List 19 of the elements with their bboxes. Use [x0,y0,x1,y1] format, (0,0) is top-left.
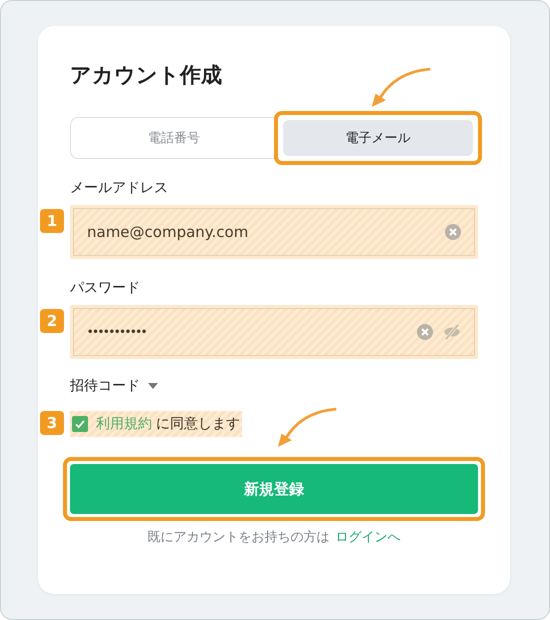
input-field[interactable]: ••••••••••• [87,326,407,338]
caret-icon [148,383,158,389]
eye-slash-icon[interactable] [443,324,461,340]
step-badge: 1 [40,209,64,233]
field-label: メールアドレス [70,179,169,197]
text-field[interactable]: ••••••••••• [70,305,478,359]
field-label: パスワード [70,279,141,297]
step-badge: 3 [40,411,64,435]
page-title: アカウント作成 [70,62,222,89]
text-field[interactable]: name@company.com [70,205,478,259]
clear-icon[interactable] [417,324,433,340]
terms-text: に同意します [156,415,240,433]
tab[interactable]: 電子メール [283,120,473,156]
invite-code-toggle[interactable]: 招待コード [70,377,158,395]
step-badge: 2 [40,309,64,333]
login-prompt: 既にアカウントをお持ちの方は [148,530,330,545]
checkbox[interactable] [72,416,88,432]
input-field[interactable]: name@company.com [87,223,435,241]
clear-icon[interactable] [445,224,461,240]
